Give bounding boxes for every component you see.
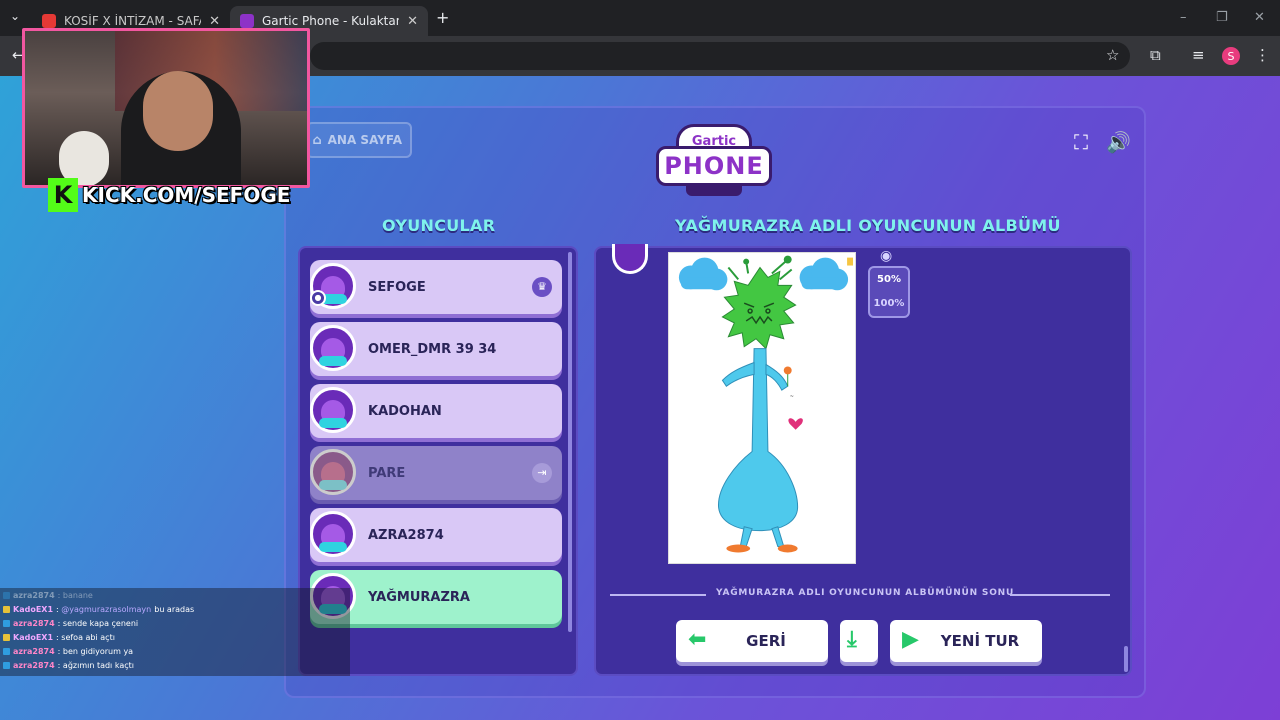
logo-base — [686, 184, 742, 196]
arrow-left-icon: ⬅ — [688, 627, 707, 652]
play-icon: ▶ — [902, 627, 919, 652]
gartic-phone-logo: Gartic PHONE — [656, 124, 772, 198]
media-control-icon[interactable]: ≡ — [1192, 46, 1205, 64]
album-drawing: ~ — [668, 252, 856, 564]
address-bar[interactable] — [310, 42, 1130, 70]
chat-user: azra2874 — [13, 660, 55, 670]
left-game-icon: ⇥ — [532, 463, 552, 483]
kick-url: KICK.COM/SEFOGE — [82, 183, 291, 207]
divider-right — [1010, 594, 1110, 596]
album-end-text: YAĞMURAZRA ADLI OYUNCUNUN ALBÜMÜNÜN SONU — [716, 588, 1015, 598]
chat-text: : ağzımın tadı kaçtı — [57, 660, 134, 670]
sound-icon[interactable]: 🔊 — [1106, 130, 1131, 154]
player-row: OMER_DMR 39 34 — [310, 322, 562, 376]
player-row: KADOHAN — [310, 384, 562, 438]
chat-message: KadoEX1 : sefoa abi açtı — [3, 630, 115, 644]
chat-text: : sende kapa çeneni — [57, 618, 139, 628]
webcam-overlay — [22, 28, 310, 188]
fullscreen-icon[interactable]: ⛶ — [1074, 130, 1088, 154]
chat-message: azra2874 : ağzımın tadı kaçtı — [3, 658, 134, 672]
players-scrollbar[interactable] — [568, 252, 572, 632]
chat-message: KadoEX1 : @yagmurazrasolmayn bu aradas — [3, 602, 194, 616]
zoom-100-option[interactable]: 100% — [870, 292, 908, 316]
new-round-button[interactable]: ▶ YENİ TUR — [890, 620, 1042, 662]
player-row: ● SEFOGE ♛ — [310, 260, 562, 314]
gartic-icon — [240, 14, 254, 28]
chat-message: azra2874 : sende kapa çeneni — [3, 616, 138, 630]
tab-title: KOSİF X İNTİZAM - SAFARİ ( OF — [64, 14, 201, 28]
download-button[interactable]: ⤓ — [840, 620, 878, 662]
home-icon: ⌂ — [312, 132, 322, 148]
tab-search-icon[interactable]: ⌄ — [10, 9, 20, 23]
back-button[interactable]: ⬅ GERİ — [676, 620, 828, 662]
player-row: AZRA2874 — [310, 508, 562, 562]
player-name: KADOHAN — [368, 403, 442, 419]
player-name: PARE — [368, 465, 406, 481]
chat-user: azra2874 — [13, 646, 55, 656]
chat-text: : banane — [57, 590, 93, 600]
player-name: AZRA2874 — [368, 527, 444, 543]
chat-badge-icon — [3, 661, 10, 669]
chat-badge-icon — [3, 647, 10, 655]
chat-text: : sefoa abi açtı — [56, 632, 115, 642]
chat-mention: @yagmurazrasolmayn — [61, 604, 152, 614]
player-name: OMER_DMR 39 34 — [368, 341, 497, 357]
maximize-icon[interactable]: ❐ — [1216, 10, 1228, 25]
zoom-50-option[interactable]: 50% — [870, 268, 908, 292]
youtube-icon — [42, 14, 56, 28]
eye-icon[interactable]: ◉ — [880, 248, 892, 264]
player-name: YAĞMURAZRA — [368, 589, 470, 605]
chat-user: azra2874 — [13, 618, 55, 628]
sun-corner — [847, 257, 854, 266]
album-scrollbar[interactable] — [1124, 646, 1128, 672]
chat-user: azra2874 — [13, 590, 55, 600]
chat-badge-icon — [3, 633, 10, 641]
chat-text: bu aradas — [154, 604, 195, 614]
chat-badge-icon — [3, 591, 10, 599]
bookmark-star-icon[interactable]: ☆ — [1106, 46, 1119, 64]
minimize-icon[interactable]: – — [1180, 10, 1187, 25]
close-tab-icon[interactable]: ✕ — [407, 14, 418, 29]
close-tab-icon[interactable]: ✕ — [209, 14, 220, 29]
profile-avatar[interactable]: S — [1222, 47, 1240, 65]
new-tab-button[interactable]: + — [436, 8, 449, 27]
player-avatar — [310, 449, 356, 495]
close-window-icon[interactable]: ✕ — [1254, 10, 1265, 25]
logo-bottom-text: PHONE — [656, 146, 772, 186]
stream-chat: azra2874 : banane KadoEX1 : @yagmurazras… — [0, 588, 350, 676]
chat-message: azra2874 : ben gidiyorum ya — [3, 644, 133, 658]
album-heading: YAĞMURAZRA ADLI OYUNCUNUN ALBÜMÜ — [675, 216, 1061, 235]
player-avatar — [310, 325, 356, 371]
chat-badge-icon — [3, 619, 10, 627]
chat-message: azra2874 : banane — [3, 588, 93, 602]
svg-text:~: ~ — [790, 394, 794, 400]
player-name: SEFOGE — [368, 279, 426, 295]
chat-user: KadoEX1 — [13, 632, 54, 642]
kick-banner: K KICK.COM/SEFOGE — [48, 178, 290, 212]
divider-left — [610, 594, 706, 596]
players-heading: OYUNCULAR — [382, 216, 496, 235]
chat-text: : ben gidiyorum ya — [57, 646, 134, 656]
webcam-face — [143, 71, 213, 151]
player-row: PARE ⇥ — [310, 446, 562, 500]
zoom-selector: 50% 100% — [868, 266, 910, 318]
player-avatar — [310, 511, 356, 557]
player-avatar — [310, 387, 356, 433]
extensions-icon[interactable]: ⧉ — [1150, 46, 1161, 64]
crown-icon: ♛ — [532, 277, 552, 297]
download-icon: ⤓ — [847, 627, 857, 652]
chat-badge-icon — [3, 605, 10, 613]
host-icon: ● — [310, 290, 326, 306]
browser-menu-icon[interactable]: ⋮ — [1255, 46, 1270, 64]
home-button[interactable]: ⌂ ANA SAYFA — [306, 122, 412, 158]
chat-user: KadoEX1 — [13, 604, 54, 614]
tab-title: Gartic Phone - Kulaktan Kulağa — [262, 14, 400, 28]
home-button-label: ANA SAYFA — [327, 133, 402, 147]
kick-logo: K — [48, 178, 78, 212]
